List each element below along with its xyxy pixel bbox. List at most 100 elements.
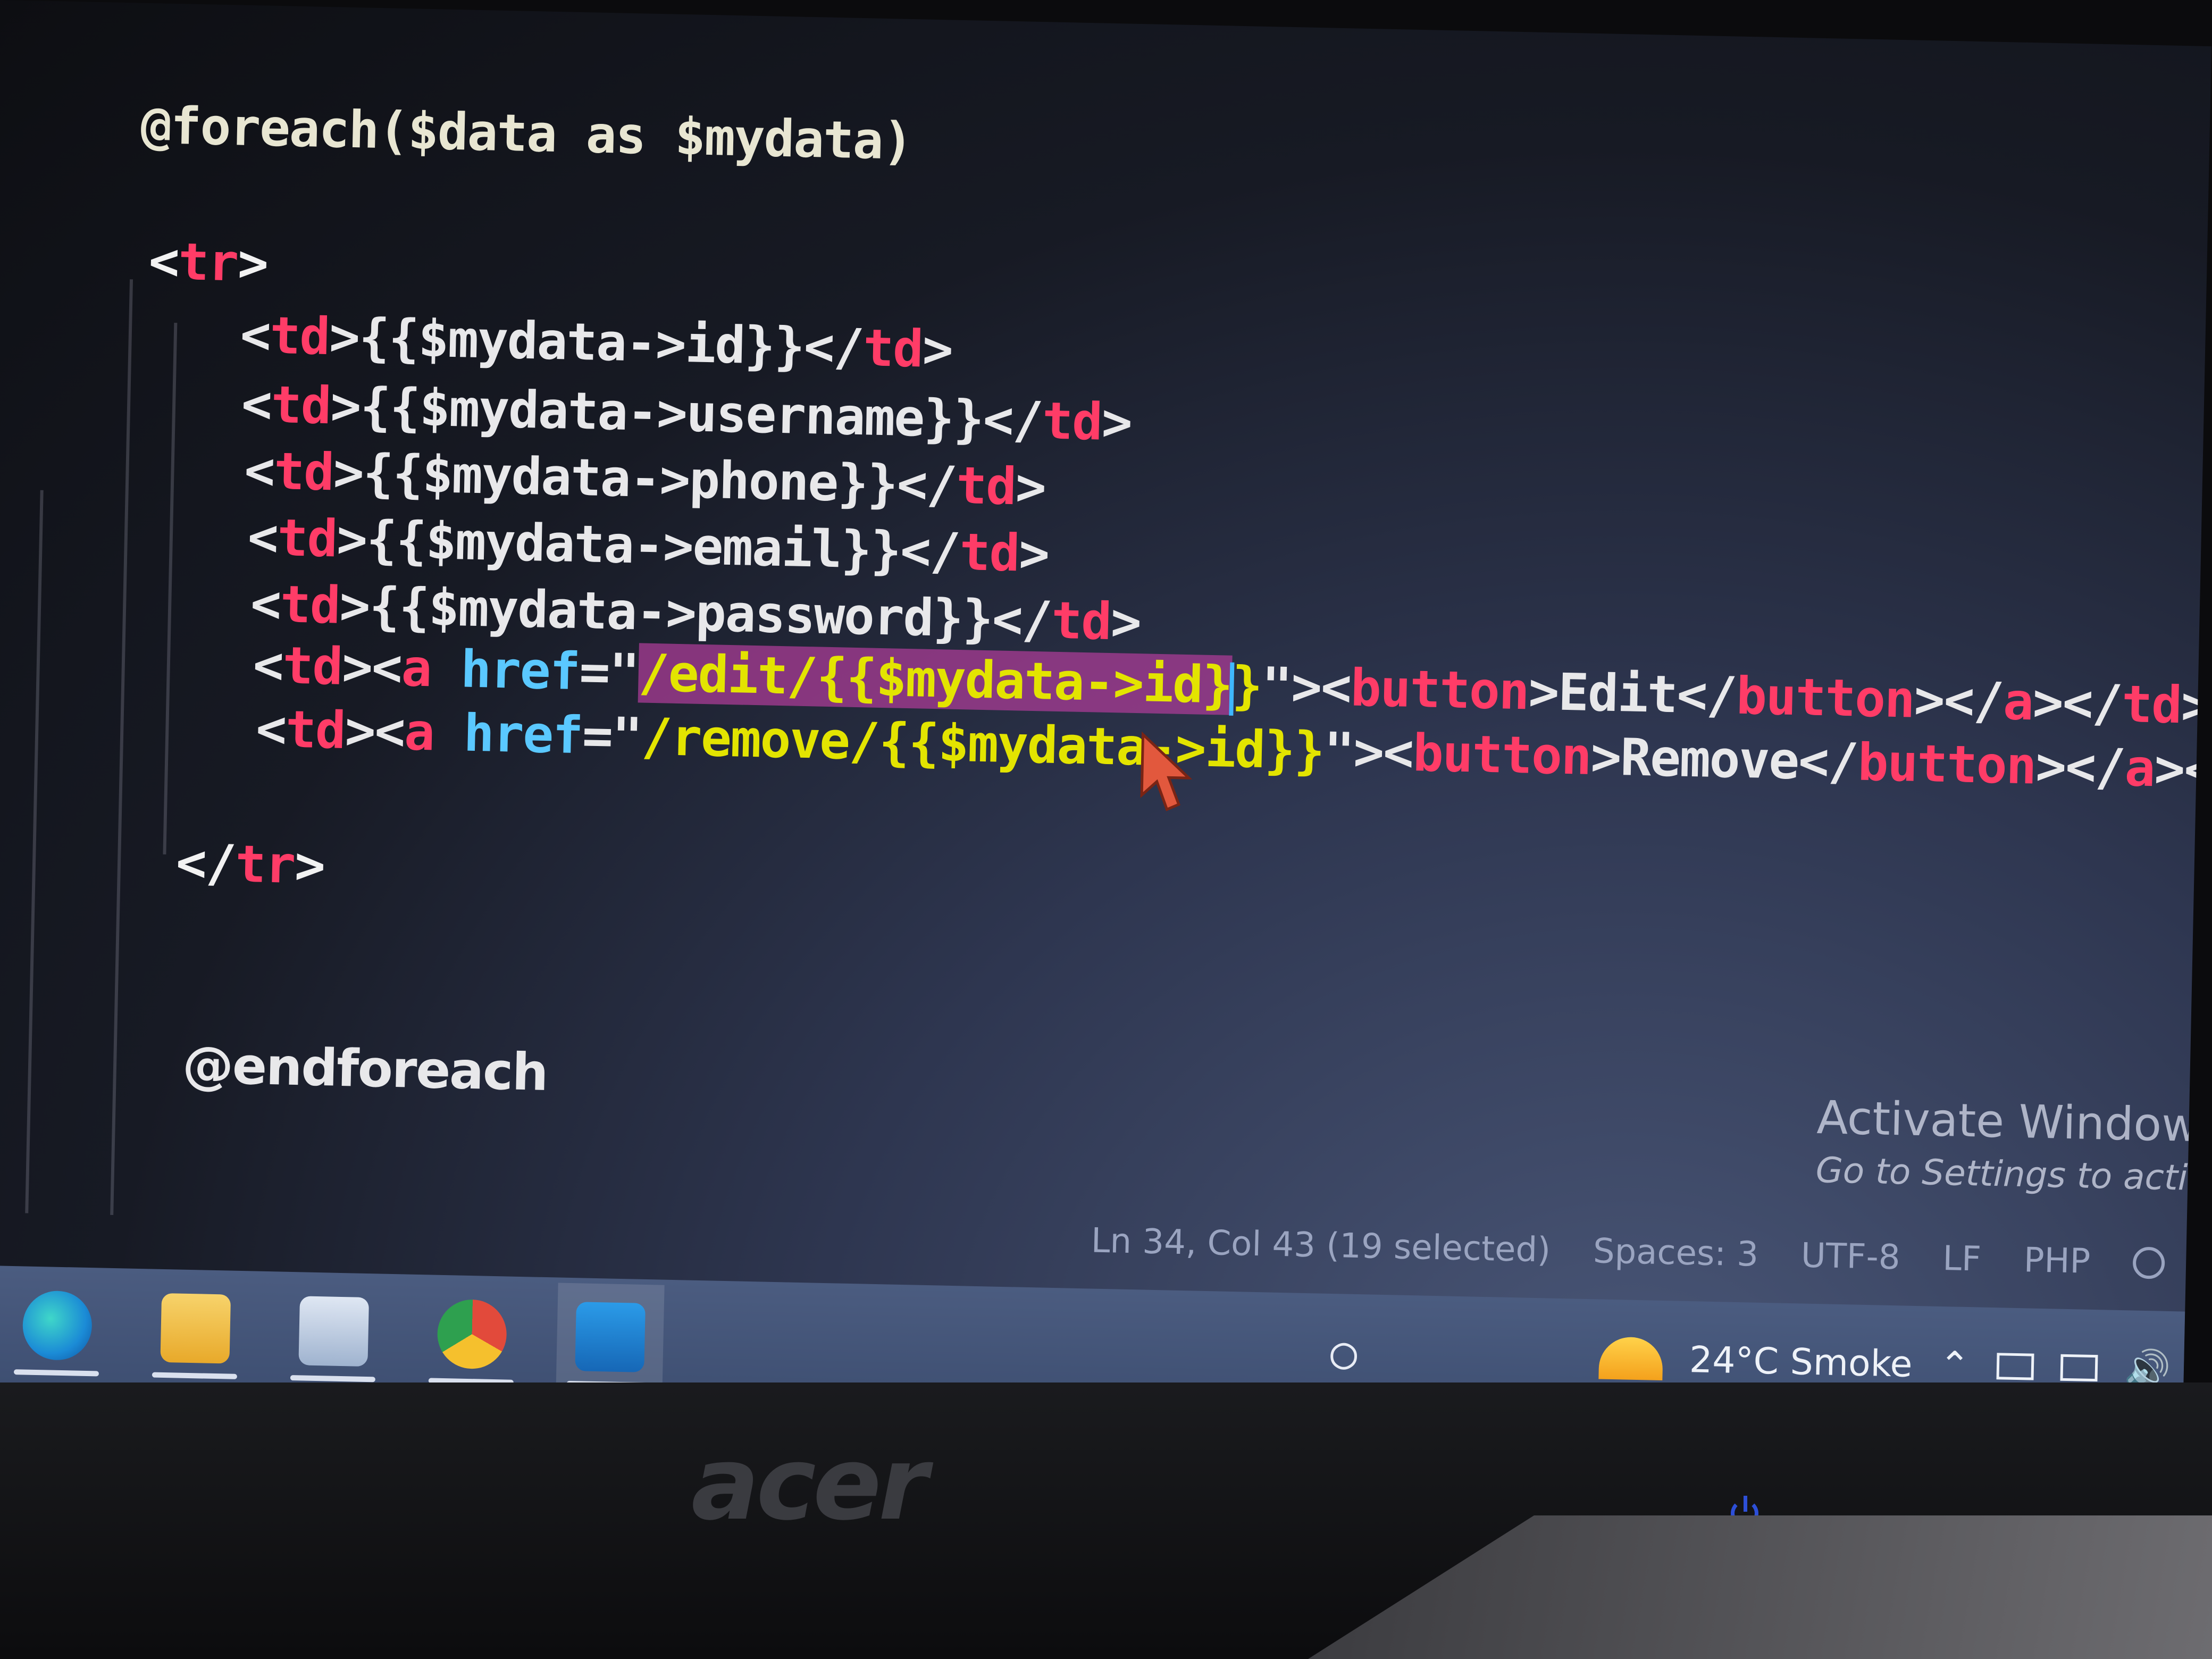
bracket: < bbox=[239, 305, 271, 365]
string-text: } bbox=[1231, 655, 1262, 716]
running-indicator bbox=[13, 1369, 99, 1377]
tag-name: td bbox=[1051, 590, 1112, 651]
tag-name: button bbox=[1412, 723, 1591, 786]
code-line-tr-open[interactable]: <tr> bbox=[148, 229, 269, 296]
bracket: >< bbox=[344, 700, 405, 762]
bracket: ></ bbox=[2032, 672, 2123, 734]
tag-name: a bbox=[404, 702, 435, 763]
watermark-title: Activate Window bbox=[1816, 1091, 2200, 1153]
cell-content: >{{$mydata->username}}</ bbox=[330, 376, 1043, 451]
bracket: > bbox=[2180, 675, 2211, 736]
bracket: </ bbox=[175, 833, 236, 894]
bracket: >< bbox=[341, 636, 403, 698]
taskbar-file-explorer[interactable] bbox=[141, 1274, 250, 1382]
tag-name: td bbox=[282, 635, 343, 697]
cell-content: >{{$mydata->email}}</ bbox=[336, 509, 960, 582]
equals-quote: =" bbox=[579, 642, 640, 703]
cursor-position[interactable]: Ln 34, Col 43 (19 selected) bbox=[1091, 1221, 1551, 1270]
bracket: > bbox=[921, 319, 953, 380]
string-text: /remove/{{$mydata->id}} bbox=[641, 707, 1325, 781]
language-mode[interactable]: PHP bbox=[2023, 1241, 2091, 1281]
bracket: < bbox=[244, 440, 275, 501]
tag-name: td bbox=[270, 374, 331, 436]
code-line-foreach[interactable]: @foreach($data as $mydata) bbox=[140, 94, 913, 173]
endforeach-text: @endforeach bbox=[181, 1035, 548, 1102]
button-text: >Remove</ bbox=[1590, 726, 1858, 792]
text-selection[interactable]: /edit/{{$mydata->id} bbox=[638, 643, 1233, 715]
vscode-icon bbox=[575, 1302, 646, 1372]
button-text: >Edit</ bbox=[1528, 661, 1737, 726]
indentation-setting[interactable]: Spaces: 3 bbox=[1593, 1231, 1758, 1274]
tag-name: td bbox=[273, 441, 334, 502]
tag-name: td bbox=[959, 522, 1020, 583]
weather-text[interactable]: 24°C Smoke bbox=[1689, 1339, 1913, 1386]
bracket: ></ bbox=[2035, 736, 2126, 798]
foreach-text: @foreach($data as $mydata) bbox=[140, 95, 913, 171]
code-editor[interactable]: @foreach($data as $mydata) <tr> <td>{{$m… bbox=[0, 0, 2211, 1259]
taskbar-store[interactable] bbox=[280, 1277, 388, 1386]
people-icon[interactable]: ◯ bbox=[1311, 1320, 1376, 1385]
monitor-brand-logo: acer bbox=[691, 1425, 928, 1543]
bracket: ></ bbox=[1913, 669, 2004, 732]
network-icon[interactable] bbox=[2060, 1354, 2098, 1382]
bracket: ">< bbox=[1261, 656, 1352, 718]
bracket: < bbox=[247, 507, 278, 568]
chrome-icon bbox=[437, 1298, 507, 1370]
edge-icon bbox=[22, 1290, 93, 1361]
tag-name: a bbox=[400, 638, 432, 699]
tag-name: tr bbox=[234, 834, 296, 895]
eol-setting[interactable]: LF bbox=[1942, 1239, 1982, 1279]
watermark-subtitle: Go to Settings to activ bbox=[1815, 1150, 2209, 1199]
bracket: < bbox=[252, 635, 283, 696]
running-indicator bbox=[290, 1375, 375, 1382]
tag-name: td bbox=[862, 318, 924, 379]
bracket: < bbox=[241, 374, 272, 434]
chevron-up-icon[interactable]: ⌃ bbox=[1939, 1343, 1971, 1387]
bracket: > bbox=[1110, 592, 1142, 652]
tag-name: tr bbox=[178, 232, 239, 293]
tag-name: td bbox=[956, 455, 1017, 517]
attribute-name: href bbox=[463, 703, 583, 766]
tag-name: td bbox=[279, 574, 340, 635]
tag-name: td bbox=[1042, 391, 1103, 452]
encoding-setting[interactable]: UTF-8 bbox=[1800, 1236, 1900, 1277]
cell-content: >{{$mydata->phone}}</ bbox=[332, 442, 957, 515]
cell-content: >{{$mydata->id}}</ bbox=[329, 307, 864, 378]
notifications-bell-icon[interactable] bbox=[2132, 1246, 2165, 1279]
attribute-name: href bbox=[460, 639, 580, 702]
tag-name: a bbox=[2124, 738, 2155, 799]
equals-quote: =" bbox=[581, 706, 642, 767]
bracket: > bbox=[1101, 392, 1132, 453]
bracket: < bbox=[250, 574, 281, 634]
code-line-tr-close[interactable]: </tr> bbox=[175, 831, 325, 898]
taskbar-edge[interactable] bbox=[3, 1271, 112, 1380]
weather-sun-icon bbox=[1598, 1336, 1663, 1381]
tag-name: td bbox=[276, 508, 338, 569]
store-icon bbox=[298, 1296, 370, 1367]
tag-name: td bbox=[269, 305, 330, 367]
activate-windows-watermark: Activate Window Go to Settings to activ bbox=[1815, 1091, 2209, 1199]
bracket: ></ bbox=[2154, 739, 2212, 800]
mouse-pointer-icon bbox=[1140, 731, 1193, 811]
tag-name: td bbox=[285, 699, 346, 760]
bracket: ">< bbox=[1323, 721, 1414, 783]
tag-name: button bbox=[1735, 666, 1915, 730]
tag-name: a bbox=[2002, 672, 2034, 732]
bracket: > bbox=[1018, 523, 1050, 584]
bracket: < bbox=[148, 231, 179, 292]
code-line-td-id[interactable]: <td>{{$mydata->id}}</td> bbox=[240, 303, 953, 382]
bracket: < bbox=[255, 699, 287, 759]
indent-guide bbox=[110, 279, 133, 1215]
taskbar-chrome[interactable] bbox=[418, 1280, 526, 1388]
running-indicator bbox=[152, 1372, 237, 1379]
indent-guide bbox=[163, 322, 178, 854]
taskbar-vscode[interactable] bbox=[556, 1283, 665, 1392]
bracket: > bbox=[294, 835, 325, 896]
camera-icon[interactable] bbox=[1996, 1353, 2034, 1380]
tag-name: td bbox=[2121, 674, 2182, 735]
code-line-endforeach[interactable]: @endforeach bbox=[182, 1033, 548, 1104]
monitor-screen: @foreach($data as $mydata) <tr> <td>{{$m… bbox=[0, 0, 2212, 1429]
bracket: > bbox=[1015, 457, 1046, 517]
